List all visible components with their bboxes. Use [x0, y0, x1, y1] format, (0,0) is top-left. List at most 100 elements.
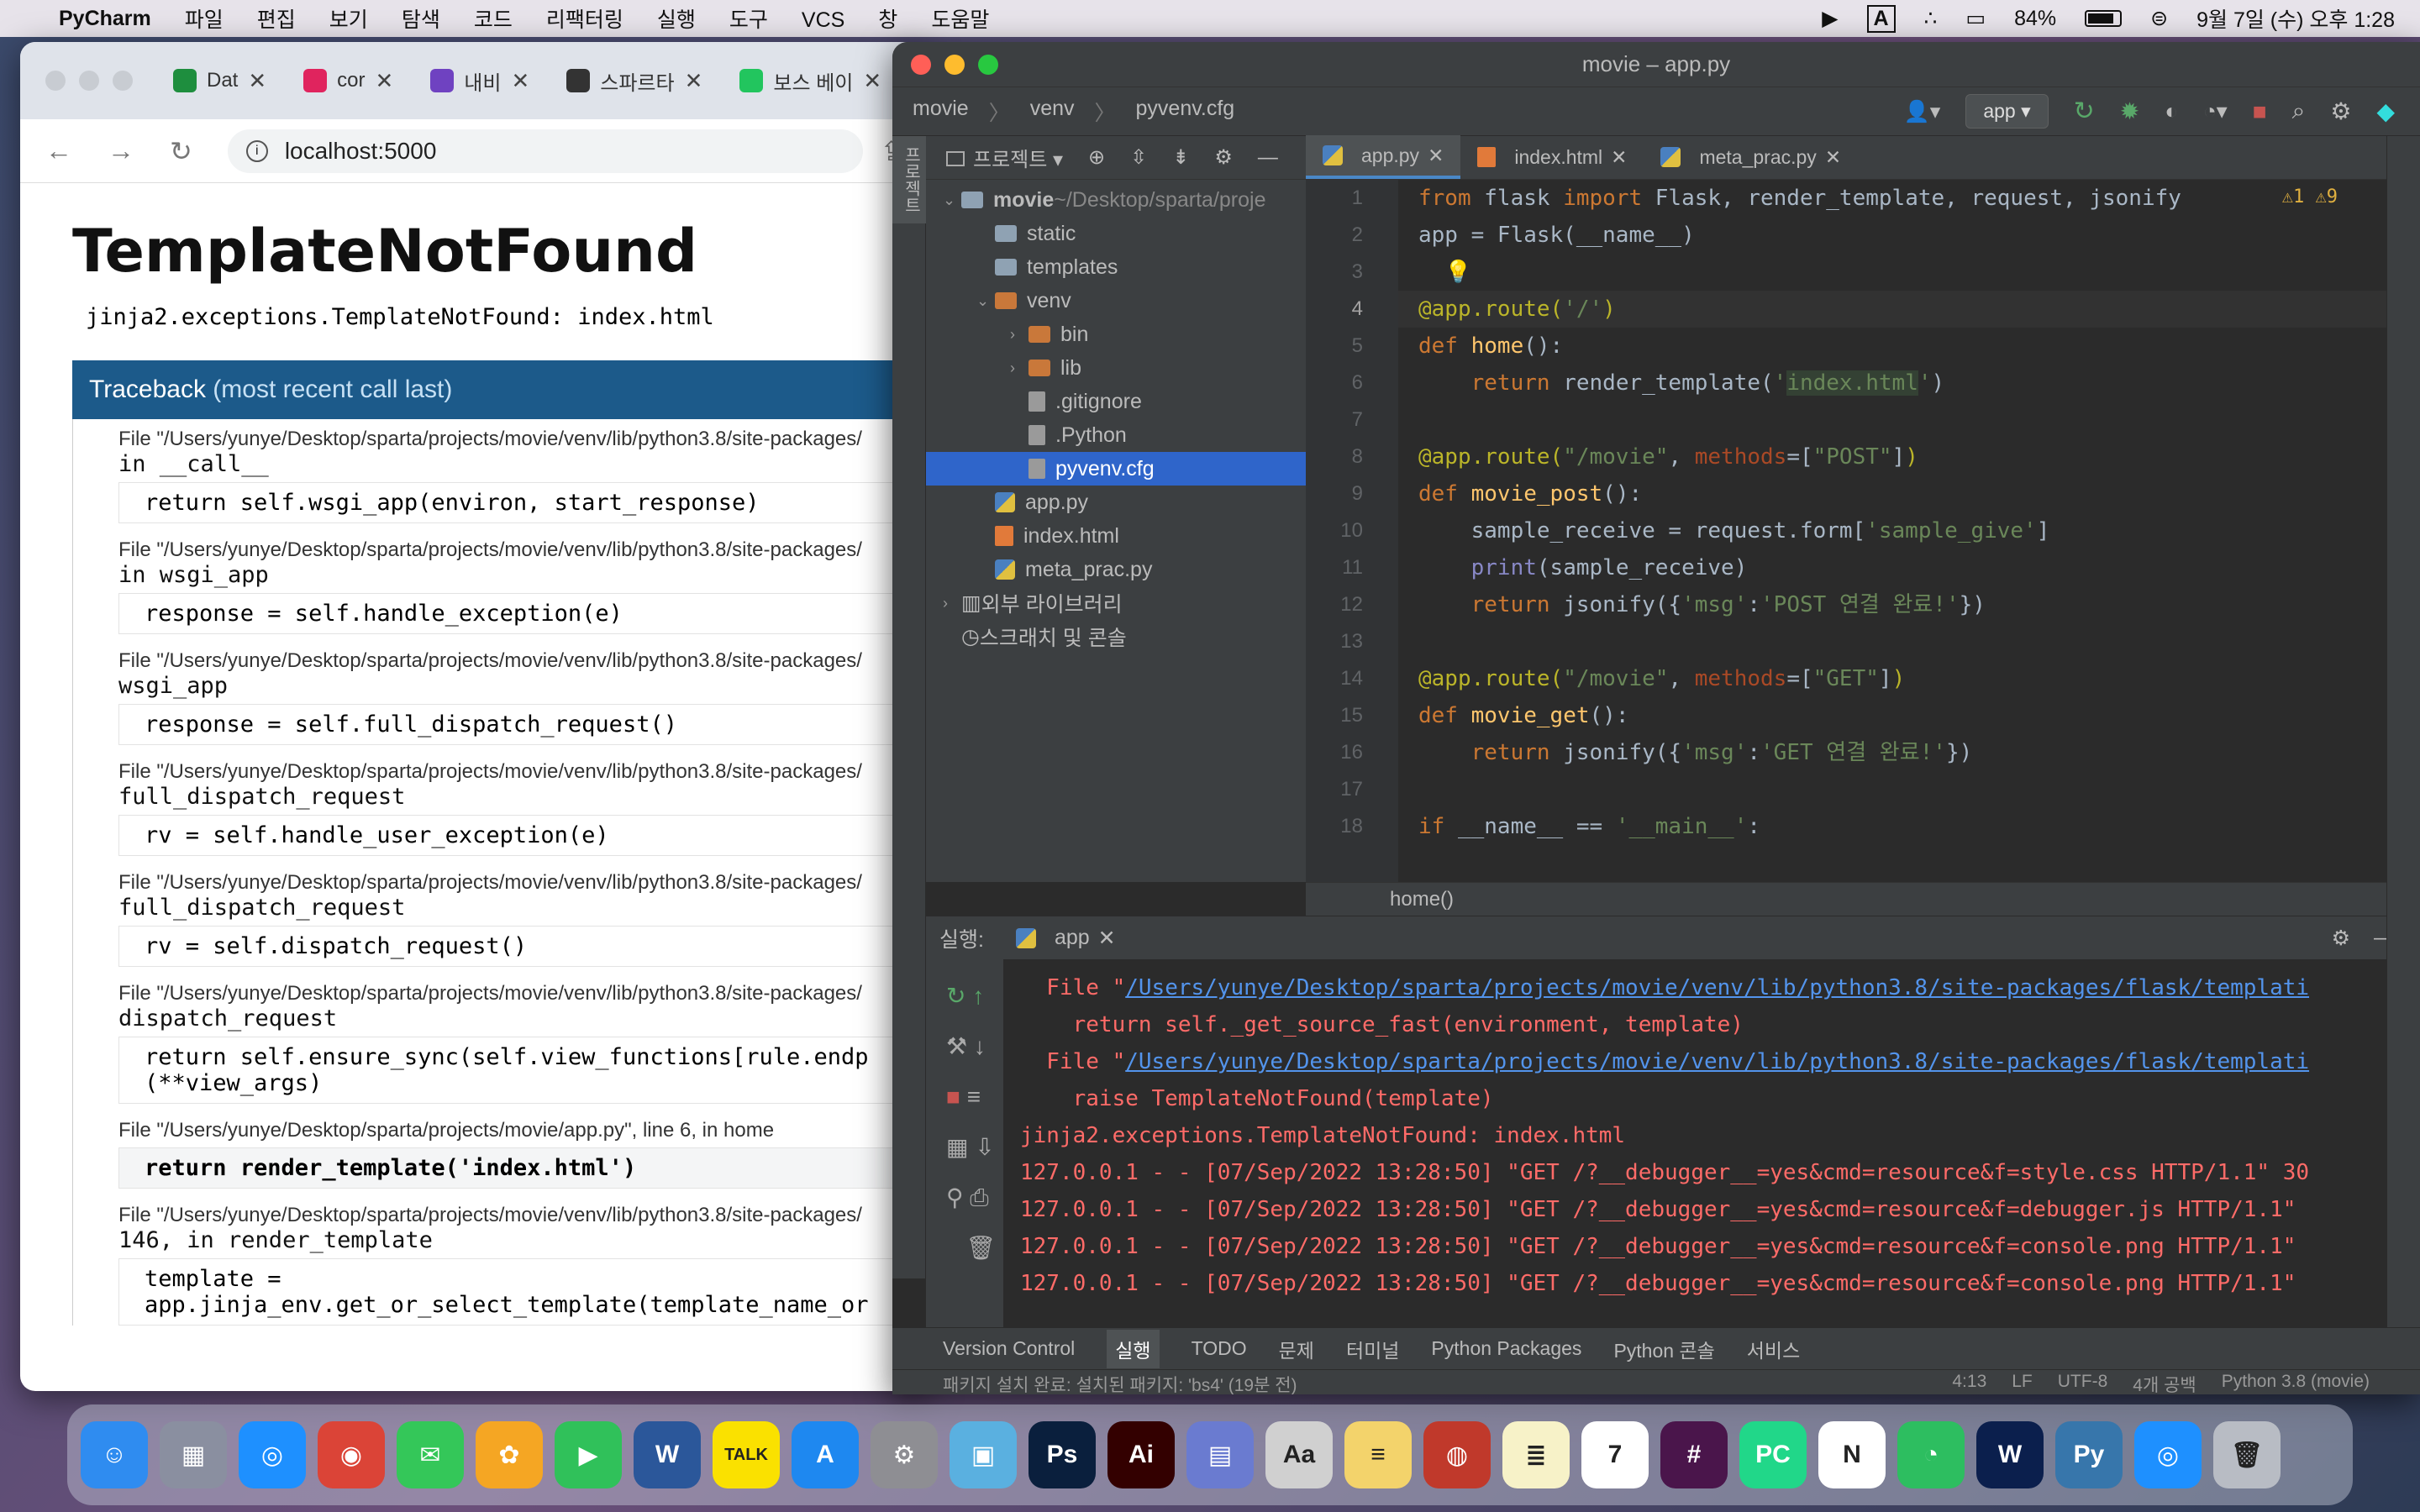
- traceback-frame[interactable]: File "/Users/yunye/Desktop/sparta/projec…: [118, 538, 928, 634]
- run-console[interactable]: File "/Users/yunye/Desktop/sparta/projec…: [1003, 959, 2420, 1346]
- close-window-button[interactable]: [911, 55, 931, 75]
- tree-item[interactable]: .gitignore: [926, 385, 1306, 418]
- tool-window-tab[interactable]: Python 콘솔: [1613, 1335, 1714, 1363]
- frame-code[interactable]: return self.ensure_sync(self.view_functi…: [118, 1037, 928, 1104]
- breadcrumb-item[interactable]: pyvenv.cfg: [1136, 97, 1235, 127]
- status-message[interactable]: 패키지 설치 완료: 설치된 패키지: 'bs4' (19분 전): [943, 1372, 1297, 1395]
- menu-item[interactable]: 보기: [329, 8, 368, 32]
- tree-arrow-icon[interactable]: ⌄: [943, 192, 961, 209]
- reload-icon[interactable]: ↻: [170, 135, 192, 167]
- stop-icon[interactable]: ■: [2253, 98, 2267, 125]
- launchpad-icon[interactable]: ▦: [160, 1421, 227, 1488]
- traceback-header[interactable]: Traceback (most recent call last): [72, 360, 928, 419]
- console-link[interactable]: /Users/yunye/Desktop/sparta/projects/mov…: [1125, 975, 2309, 1000]
- close-tab-icon[interactable]: ✕: [511, 68, 529, 94]
- calendar-icon[interactable]: 7: [1581, 1421, 1649, 1488]
- close-tab-icon[interactable]: ✕: [1611, 146, 1627, 169]
- breadcrumb-item[interactable]: venv: [1030, 97, 1075, 127]
- menu-item[interactable]: 리팩터링: [546, 8, 623, 32]
- browser-tab[interactable]: 스파르타 ✕: [556, 55, 713, 106]
- kakaotalk-icon[interactable]: TALK: [713, 1421, 780, 1488]
- tree-arrow-icon[interactable]: ›: [1010, 360, 1028, 377]
- browser-tab[interactable]: 내비 ✕: [420, 55, 539, 106]
- frame-code[interactable]: template = app.jinja_env.get_or_select_t…: [118, 1258, 928, 1326]
- battery-icon[interactable]: [2085, 10, 2123, 27]
- layout-icon[interactable]: ▦ ⇩: [946, 1122, 1003, 1173]
- zoom-window-button[interactable]: [978, 55, 998, 75]
- profile-icon[interactable]: ◔▾: [2203, 98, 2228, 124]
- webex-icon[interactable]: W: [1976, 1421, 2044, 1488]
- address-bar[interactable]: i localhost:5000: [227, 129, 864, 173]
- code-editor[interactable]: from flask import Flask, render_template…: [1398, 180, 2388, 882]
- toolbox-icon[interactable]: ◆: [2376, 97, 2395, 125]
- safari-icon[interactable]: ◎: [239, 1421, 306, 1488]
- minimize-window-button[interactable]: [944, 55, 965, 75]
- project-view-select[interactable]: 프로젝트 ▾: [946, 143, 1063, 172]
- coverage-icon[interactable]: ◐: [2165, 98, 2178, 124]
- traceback-frame[interactable]: File "/Users/yunye/Desktop/sparta/projec…: [118, 1204, 928, 1326]
- editor-tab[interactable]: index.html ✕: [1460, 135, 1644, 179]
- run-tab-app[interactable]: app ✕: [1007, 926, 1124, 951]
- frame-code[interactable]: response = self.full_dispatch_request(): [118, 704, 928, 745]
- close-tab-icon[interactable]: ✕: [863, 68, 881, 94]
- inspection-widget[interactable]: ⚠1 ⚠9: [2282, 186, 2338, 207]
- close-tab-icon[interactable]: ✕: [248, 68, 266, 94]
- word-icon[interactable]: W: [634, 1421, 701, 1488]
- menubar-clock[interactable]: 9월 7일 (수) 오후 1:28: [2196, 3, 2395, 34]
- status-item[interactable]: Python 3.8 (movie): [2222, 1372, 2370, 1395]
- chrome-icon[interactable]: ◉: [318, 1421, 385, 1488]
- system-preferences-icon[interactable]: ⚙: [871, 1421, 938, 1488]
- tree-item[interactable]: ◷ 스크래치 및 콘솔: [926, 620, 1306, 654]
- evernote-like-icon[interactable]: ◔: [1897, 1421, 1965, 1488]
- photo-booth-icon[interactable]: ◍: [1423, 1421, 1491, 1488]
- messages-icon[interactable]: ✉: [397, 1421, 464, 1488]
- breadcrumb-item[interactable]: movie: [913, 97, 969, 127]
- project-tool-button[interactable]: 프로젝트: [892, 136, 930, 223]
- notes-icon[interactable]: ≣: [1502, 1421, 1570, 1488]
- frame-code[interactable]: rv = self.handle_user_exception(e): [118, 815, 928, 856]
- tool-window-tab[interactable]: TODO: [1192, 1337, 1247, 1360]
- editor-tab[interactable]: app.py ✕: [1306, 135, 1461, 179]
- trash-icon[interactable]: 🗑: [946, 1223, 1003, 1273]
- rerun-icon[interactable]: ↻: [2074, 97, 2095, 126]
- dictionary-icon[interactable]: Aa: [1265, 1421, 1333, 1488]
- tree-item[interactable]: › lib: [926, 351, 1306, 385]
- wrench-icon[interactable]: ⚒ ↓: [946, 1021, 1003, 1072]
- pycharm-icon[interactable]: PC: [1739, 1421, 1807, 1488]
- close-window-button[interactable]: [45, 71, 66, 91]
- tree-item[interactable]: ⌄ venv: [926, 284, 1306, 318]
- traceback-frame[interactable]: File "/Users/yunye/Desktop/sparta/projec…: [118, 649, 928, 745]
- menu-item[interactable]: 도움말: [931, 8, 989, 32]
- frame-code[interactable]: return render_template('index.html'): [118, 1147, 928, 1189]
- tree-arrow-icon[interactable]: ⌄: [976, 292, 995, 310]
- back-icon[interactable]: ←: [45, 135, 72, 166]
- traceback-frame[interactable]: File "/Users/yunye/Desktop/sparta/projec…: [118, 871, 928, 967]
- tree-item[interactable]: pyvenv.cfg: [926, 452, 1306, 486]
- minimize-window-button[interactable]: [79, 71, 99, 91]
- forward-icon[interactable]: →: [108, 135, 134, 166]
- tool-window-tab[interactable]: 서비스: [1747, 1335, 1800, 1363]
- notion-icon[interactable]: N: [1818, 1421, 1886, 1488]
- tree-item[interactable]: meta_prac.py: [926, 553, 1306, 586]
- close-tab-icon[interactable]: ✕: [685, 68, 703, 94]
- photoshop-icon[interactable]: Ps: [1028, 1421, 1096, 1488]
- expand-all-icon[interactable]: ⇳: [1130, 145, 1147, 170]
- collapse-all-icon[interactable]: ⇟: [1172, 145, 1189, 170]
- pin-icon[interactable]: ⚲ ⎙: [946, 1173, 1003, 1223]
- finder-icon[interactable]: ☺: [81, 1421, 148, 1488]
- input-source-icon[interactable]: A: [1866, 4, 1896, 33]
- locate-icon[interactable]: ⊕: [1088, 145, 1105, 170]
- editor-tab[interactable]: meta_prac.py ✕: [1644, 135, 1858, 179]
- zoom-window-button[interactable]: [113, 71, 133, 91]
- menu-item[interactable]: 탐색: [402, 8, 440, 32]
- menu-item[interactable]: 실행: [657, 8, 696, 32]
- tree-item[interactable]: .Python: [926, 418, 1306, 452]
- menu-item[interactable]: 파일: [185, 8, 224, 32]
- python-launcher-icon[interactable]: Py: [2055, 1421, 2123, 1488]
- safari-2-icon[interactable]: ◎: [2134, 1421, 2202, 1488]
- tool-window-tab[interactable]: 실행: [1107, 1329, 1160, 1368]
- tree-arrow-icon[interactable]: ›: [1010, 326, 1028, 344]
- close-tab-icon[interactable]: ✕: [376, 68, 394, 94]
- frame-code[interactable]: rv = self.dispatch_request(): [118, 926, 928, 967]
- editor-breadcrumb[interactable]: home(): [1306, 882, 2420, 916]
